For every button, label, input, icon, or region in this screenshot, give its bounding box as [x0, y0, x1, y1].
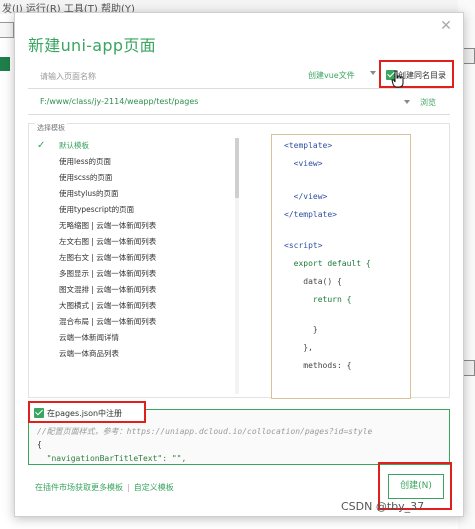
code-line: <script>	[284, 241, 323, 250]
custom-template-link[interactable]: 自定义模板	[134, 483, 174, 492]
template-item-label: 使用typescript的页面	[59, 205, 135, 214]
close-icon[interactable]: ✕	[439, 19, 453, 33]
template-item-label: 使用stylus的页面	[59, 189, 119, 198]
template-item[interactable]: 混合布局 | 云端一体新闻列表	[35, 314, 235, 330]
chevron-down-icon[interactable]	[404, 100, 410, 104]
template-item[interactable]: ✓ 默认模板	[35, 138, 235, 154]
file-type-select[interactable]: 创建vue文件	[308, 70, 355, 81]
watermark: CSDN @tby_37	[341, 500, 425, 513]
hand-cursor-icon	[391, 70, 404, 88]
more-templates-link[interactable]: 在插件市场获取更多模板	[35, 483, 123, 492]
background-tab-chip	[0, 22, 14, 38]
template-item[interactable]: 图文混排 | 云端一体新闻列表	[35, 282, 235, 298]
template-item-label: 云端一体商品列表	[59, 349, 119, 358]
template-item-label: 云端一体新闻详情	[59, 333, 119, 342]
template-item-label: 左文右图 | 云端一体新闻列表	[59, 237, 157, 246]
template-code-preview: <template> <view> </view> </template> <s…	[271, 134, 411, 399]
template-item-label: 默认模板	[59, 141, 89, 150]
template-item-label: 使用less的页面	[59, 157, 112, 166]
template-item-label: 使用scss的页面	[59, 173, 113, 182]
template-item-label: 无略缩图 | 云端一体新闻列表	[59, 221, 157, 230]
code-line: export default {	[284, 259, 371, 268]
page-name-input[interactable]	[40, 67, 290, 85]
template-item[interactable]: 多图显示 | 云端一体新闻列表	[35, 266, 235, 282]
template-item-label: 大图横式 | 云端一体新闻列表	[59, 301, 157, 310]
create-button[interactable]: 创建(N)	[388, 474, 444, 499]
template-item[interactable]: 使用typescript的页面	[35, 202, 235, 218]
footer-links: 在插件市场获取更多模板 | 自定义模板	[35, 482, 174, 493]
create-same-dir-highlight: 创建同名目录	[379, 60, 454, 88]
browse-button[interactable]: 浏览	[420, 97, 436, 108]
check-icon: ✓	[37, 140, 46, 151]
template-item[interactable]: 无略缩图 | 云端一体新闻列表	[35, 218, 235, 234]
register-json-checkbox[interactable]	[34, 408, 44, 418]
template-item[interactable]: 云端一体商品列表	[35, 346, 235, 362]
template-item[interactable]: 左图右文 | 云端一体新闻列表	[35, 250, 235, 266]
json-comment-line: //配置页面样式，参考：https://uniapp.dcloud.io/col…	[37, 427, 373, 436]
register-json-label[interactable]: 在pages.json中注册	[47, 408, 122, 419]
template-item-label: 图文混排 | 云端一体新闻列表	[59, 285, 157, 294]
code-line: </template>	[284, 210, 337, 219]
code-line: </view>	[284, 192, 328, 201]
link-separator: |	[127, 483, 130, 492]
template-item[interactable]: 左文右图 | 云端一体新闻列表	[35, 234, 235, 250]
json-key-line: "navigationBarTitleText": "",	[37, 454, 187, 463]
json-brace-line: {	[37, 440, 42, 449]
scrollbar-thumb[interactable]	[235, 138, 239, 198]
template-item[interactable]: 使用less的页面	[35, 154, 235, 170]
code-line: },	[284, 343, 313, 352]
template-item-label: 混合布局 | 云端一体新闻列表	[59, 317, 157, 326]
path-row: F:/www/class/jy-2114/weapp/test/pages 浏览	[28, 93, 450, 115]
code-line: <template>	[284, 141, 333, 150]
template-item[interactable]: 使用stylus的页面	[35, 186, 235, 202]
template-item[interactable]: 大图横式 | 云端一体新闻列表	[35, 298, 235, 314]
background-active-tab	[0, 57, 10, 71]
code-line: }	[284, 325, 318, 334]
chevron-down-icon[interactable]	[370, 71, 376, 75]
code-line: return {	[284, 295, 352, 304]
template-list: ✓ 默认模板 使用less的页面 使用scss的页面 使用stylus的页面 使用…	[35, 138, 239, 394]
template-legend: 选择模板	[35, 123, 67, 133]
new-page-dialog: ✕ 新建uni-app页面 创建vue文件 创建同名目录 F:/www/clas…	[14, 12, 464, 517]
create-same-dir-label[interactable]: 创建同名目录	[398, 70, 446, 81]
template-item[interactable]: 使用scss的页面	[35, 170, 235, 186]
template-item[interactable]: 云端一体新闻详情	[35, 330, 235, 346]
path-input[interactable]: F:/www/class/jy-2114/weapp/test/pages	[40, 97, 198, 106]
code-line: methods: {	[284, 361, 352, 370]
register-json-highlight: 在pages.json中注册	[28, 401, 146, 423]
template-item-label: 左图右文 | 云端一体新闻列表	[59, 253, 157, 262]
code-line: <view>	[284, 159, 323, 168]
dialog-title: 新建uni-app页面	[28, 36, 156, 55]
template-panel: 选择模板 ✓ 默认模板 使用less的页面 使用scss的页面 使用stylus的…	[28, 123, 450, 399]
template-scrollbar[interactable]	[235, 138, 239, 394]
code-line: data() {	[284, 277, 342, 286]
template-item-label: 多图显示 | 云端一体新闻列表	[59, 269, 157, 278]
